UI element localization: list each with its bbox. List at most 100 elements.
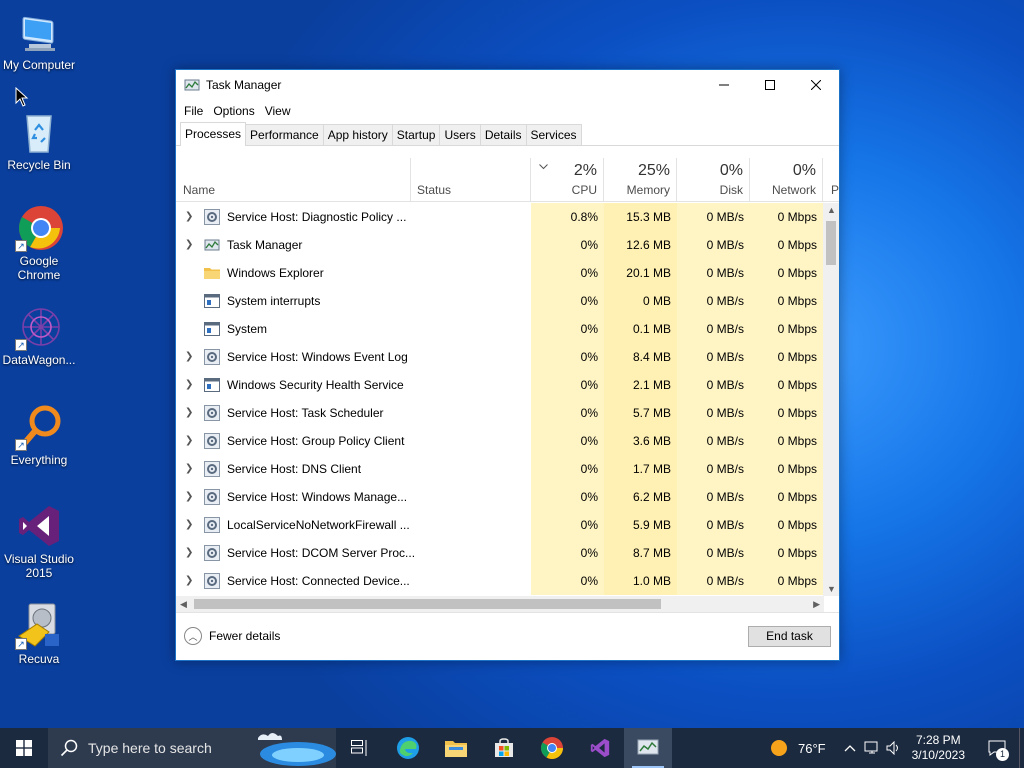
column-header-memory[interactable]: 25% Memory [604, 158, 677, 202]
process-row[interactable]: ❯ LocalServiceNoNetworkFirewall ... 0% 5.9 … [176, 511, 824, 539]
vertical-scroll-thumb[interactable] [826, 221, 836, 265]
process-disk: 0 MB/s [677, 203, 750, 231]
process-row[interactable]: ❯ Service Host: Task Scheduler 0% 5.7 MB 0 M… [176, 399, 824, 427]
taskbar-file-explorer[interactable] [432, 728, 480, 768]
column-header-status[interactable]: Status [411, 158, 531, 202]
process-cpu: 0% [531, 539, 604, 567]
process-row[interactable]: Windows Explorer 0% 20.1 MB 0 MB/s 0 Mbps [176, 259, 824, 287]
memory-total-pct: 25% [637, 162, 670, 179]
desktop-icon-label: Visual Studio 2015 [4, 552, 74, 580]
tab-details[interactable]: Details [479, 124, 527, 145]
process-name: Task Manager [227, 238, 303, 252]
mouse-cursor-icon [15, 87, 29, 107]
weather-temperature[interactable]: 76°F [798, 741, 826, 756]
desktop-icon-google-chrome[interactable]: ↗ Google Chrome [2, 204, 76, 282]
desktop-icon-visual-studio[interactable]: Visual Studio 2015 [2, 502, 76, 580]
column-header-name[interactable]: Name [176, 158, 411, 202]
taskbar-store[interactable] [480, 728, 528, 768]
column-header-disk[interactable]: 0% Disk [677, 158, 750, 202]
desktop-icon-everything[interactable]: ↗ Everything [2, 403, 76, 467]
process-network: 0 Mbps [750, 287, 823, 315]
horizontal-scroll-thumb[interactable] [194, 599, 661, 609]
scroll-right-icon[interactable]: ▶ [813, 599, 820, 610]
tab-users[interactable]: Users [439, 124, 481, 145]
start-button[interactable] [0, 728, 48, 768]
process-name: Service Host: Windows Manage... [227, 490, 408, 504]
minimize-button[interactable] [701, 70, 747, 100]
process-row[interactable]: ❯ Service Host: DCOM Server Proc... 0% 8.7 … [176, 539, 824, 567]
title-bar[interactable]: Task Manager [176, 70, 839, 100]
taskbar: Type here to search 76°F 7:28 PM 3/10/20… [0, 728, 1024, 768]
process-network: 0 Mbps [750, 343, 823, 371]
process-memory: 6.2 MB [604, 483, 677, 511]
process-network: 0 Mbps [750, 483, 823, 511]
process-name: LocalServiceNoNetworkFirewall ... [227, 518, 410, 532]
desktop-icon-label: Everything [10, 453, 68, 467]
process-row[interactable]: ❯ Service Host: Group Policy Client 0% 3.6 … [176, 427, 824, 455]
process-row[interactable]: ❯ Windows Security Health Service 0% 2.1 MB… [176, 371, 824, 399]
process-disk: 0 MB/s [677, 343, 750, 371]
scroll-down-icon[interactable]: ▼ [827, 584, 836, 594]
taskbar-visual-studio[interactable] [576, 728, 624, 768]
menu-options[interactable]: Options [209, 104, 258, 118]
process-disk: 0 MB/s [677, 511, 750, 539]
process-network: 0 Mbps [750, 427, 823, 455]
horizontal-scrollbar[interactable]: ◀ ▶ [176, 596, 824, 612]
show-desktop-button[interactable] [1019, 728, 1024, 768]
taskbar-search-box[interactable]: Type here to search [48, 728, 336, 768]
weather-sun-icon[interactable] [770, 739, 788, 757]
menu-view[interactable]: View [261, 104, 295, 118]
process-row[interactable]: ❯ Service Host: Connected Device... 0% 1.0 … [176, 567, 824, 595]
tab-processes[interactable]: Processes [180, 122, 247, 146]
process-name: System [227, 322, 268, 336]
network-icon[interactable] [864, 741, 880, 755]
visual-studio-icon [590, 738, 610, 758]
scroll-up-icon[interactable]: ▲ [827, 205, 836, 215]
process-name: System interrupts [227, 294, 321, 308]
process-row[interactable]: ❯ Service Host: Windows Event Log 0% 8.4 MB… [176, 343, 824, 371]
column-header-cpu[interactable]: 2% CPU [531, 158, 604, 202]
sort-chevron-down-icon [539, 164, 548, 170]
volume-icon[interactable] [886, 741, 902, 755]
notification-button[interactable]: 1 [975, 728, 1019, 768]
process-row[interactable]: ❯ Service Host: Diagnostic Policy ... 0.8%… [176, 203, 824, 231]
network-total-pct: 0% [792, 162, 816, 179]
fewer-details-button[interactable]: ︿ Fewer details [184, 627, 280, 645]
process-name: Service Host: DCOM Server Proc... [227, 546, 416, 560]
window-title: Task Manager [206, 78, 282, 92]
notification-count: 1 [996, 748, 1009, 761]
process-row[interactable]: System interrupts 0% 0 MB 0 MB/s 0 Mbps [176, 287, 824, 315]
taskbar-edge[interactable] [384, 728, 432, 768]
desktop-icon-recuva[interactable]: ↗ Recuva [2, 602, 76, 666]
process-row[interactable]: System 0% 0.1 MB 0 MB/s 0 Mbps [176, 315, 824, 343]
desktop-icon-recycle-bin[interactable]: Recycle Bin [2, 108, 76, 172]
tab-services[interactable]: Services [525, 124, 582, 145]
taskbar-task-manager[interactable] [624, 728, 672, 768]
close-button[interactable] [793, 70, 839, 100]
process-row[interactable]: ❯ Service Host: Windows Manage... 0% 6.2 MB… [176, 483, 824, 511]
tab-startup[interactable]: Startup [391, 124, 441, 145]
tab-app-history[interactable]: App history [322, 124, 393, 145]
scroll-left-icon[interactable]: ◀ [180, 599, 187, 610]
desktop-icon-datawagon[interactable]: ↗ DataWagon... [2, 303, 76, 367]
clock[interactable]: 7:28 PM 3/10/2023 [912, 733, 965, 763]
process-name: Service Host: Group Policy Client [227, 434, 405, 448]
tab-performance[interactable]: Performance [245, 124, 324, 145]
process-name: Windows Security Health Service [227, 378, 404, 392]
process-row[interactable]: ❯ Service Host: DNS Client 0% 1.7 MB 0 MB/s 0… [176, 455, 824, 483]
task-view-button[interactable] [336, 728, 384, 768]
search-placeholder: Type here to search [88, 740, 212, 756]
taskbar-chrome[interactable] [528, 728, 576, 768]
process-memory: 8.7 MB [604, 539, 677, 567]
process-row[interactable]: ❯ Task Manager 0% 12.6 MB 0 MB/s 0 Mbps [176, 231, 824, 259]
maximize-button[interactable] [747, 70, 793, 100]
process-disk: 0 MB/s [677, 399, 750, 427]
column-header-network[interactable]: 0% Network [750, 158, 823, 202]
process-network: 0 Mbps [750, 259, 823, 287]
menu-file[interactable]: File [180, 104, 207, 118]
chevron-up-icon[interactable] [844, 744, 856, 752]
desktop-icon-my-computer[interactable]: My Computer [2, 8, 76, 72]
column-header-power[interactable]: P [823, 158, 839, 202]
end-task-button[interactable]: End task [748, 626, 831, 647]
vertical-scrollbar[interactable]: ▲ ▼ [823, 203, 839, 596]
